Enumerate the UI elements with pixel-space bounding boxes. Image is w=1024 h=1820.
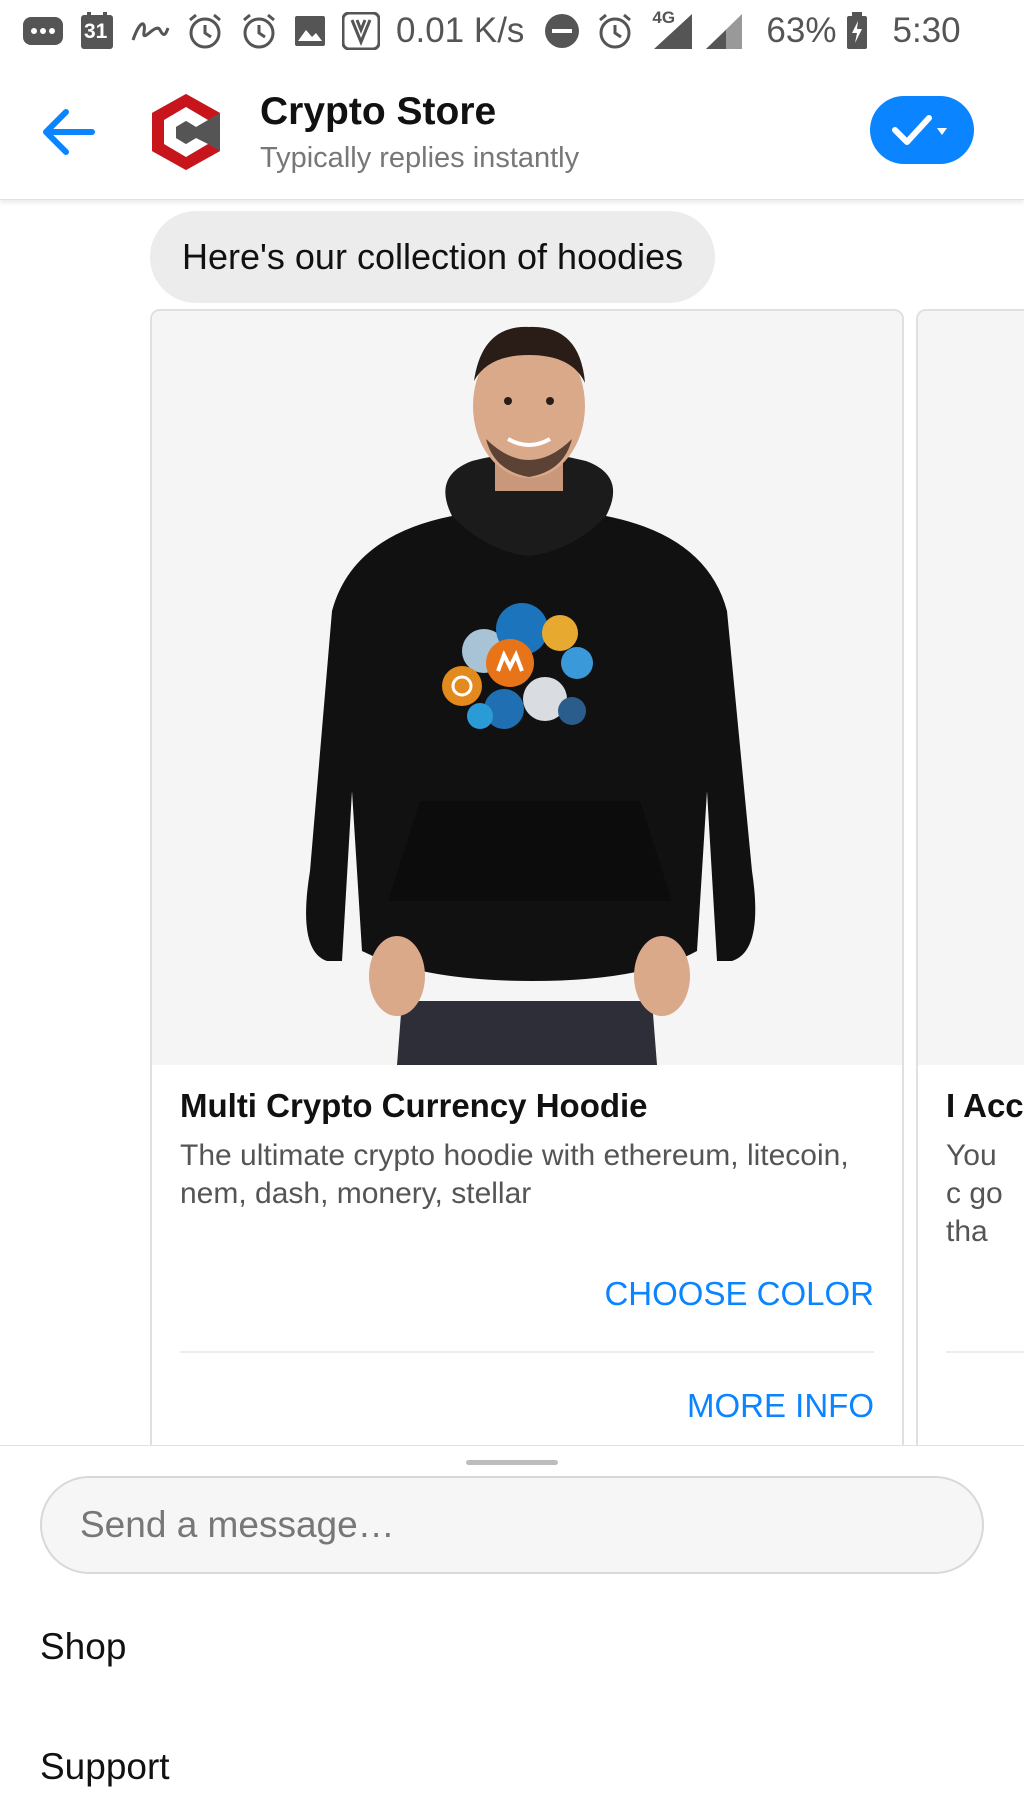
choose-color-button[interactable]: CHOOSE COLOR: [604, 1275, 874, 1313]
product-image[interactable]: [918, 311, 1024, 1065]
menu-item-support[interactable]: Support: [40, 1746, 170, 1788]
reply-status: Typically replies instantly: [260, 142, 580, 174]
battery-percent: 63%: [766, 11, 837, 50]
composer: Shop Support: [0, 1445, 1024, 1820]
product-title: I Acc: [946, 1087, 1024, 1124]
dnd-icon: [544, 13, 580, 49]
chat-area[interactable]: Here's our collection of hoodies Multi C…: [0, 201, 1024, 1445]
chat-header: Crypto Store Typically replies instantly: [0, 62, 1024, 200]
message-bubble: Here's our collection of hoodies: [150, 211, 716, 303]
signature-icon: [130, 16, 170, 46]
product-title: Multi Crypto Currency Hoodie: [180, 1087, 648, 1124]
net-speed: 0.01 K/s: [396, 11, 525, 50]
alarm-icon: [240, 12, 278, 50]
check-dropdown-icon: [892, 115, 947, 145]
drag-handle[interactable]: [466, 1460, 558, 1465]
calendar-day: 31: [84, 20, 108, 43]
back-button[interactable]: [36, 100, 100, 164]
card-divider: [946, 1351, 1024, 1353]
product-description: The ultimate crypto hoodie with ethereum…: [180, 1139, 849, 1210]
calendar-icon: 31: [80, 12, 114, 50]
status-bar: 31 0.01 K/s 4G 63% 5:30: [0, 0, 1024, 62]
clock: 5:30: [892, 11, 961, 50]
menu-item-shop[interactable]: Shop: [40, 1626, 126, 1668]
alarm-icon: [186, 12, 224, 50]
manage-button[interactable]: [870, 96, 974, 164]
alarm-icon: [596, 12, 634, 50]
card-divider: [180, 1351, 874, 1353]
more-info-button[interactable]: MORE INFO: [687, 1387, 874, 1425]
app-icon: [342, 12, 380, 50]
more-icon: [22, 16, 64, 46]
battery-icon: [846, 12, 868, 50]
signal-icon: 4G: [650, 8, 694, 50]
back-arrow-icon: [43, 109, 95, 155]
product-card[interactable]: I Acc You c go tha: [916, 309, 1024, 1445]
store-logo[interactable]: [148, 92, 224, 172]
product-card[interactable]: Multi Crypto Currency Hoodie The ultimat…: [150, 309, 904, 1445]
store-name[interactable]: Crypto Store: [260, 90, 496, 134]
product-image[interactable]: [152, 311, 902, 1065]
network-type: 4G: [652, 8, 676, 27]
product-description: You c go tha: [946, 1139, 1003, 1248]
message-input[interactable]: [40, 1476, 984, 1574]
signal-icon: [704, 12, 744, 50]
image-icon: [294, 15, 326, 47]
